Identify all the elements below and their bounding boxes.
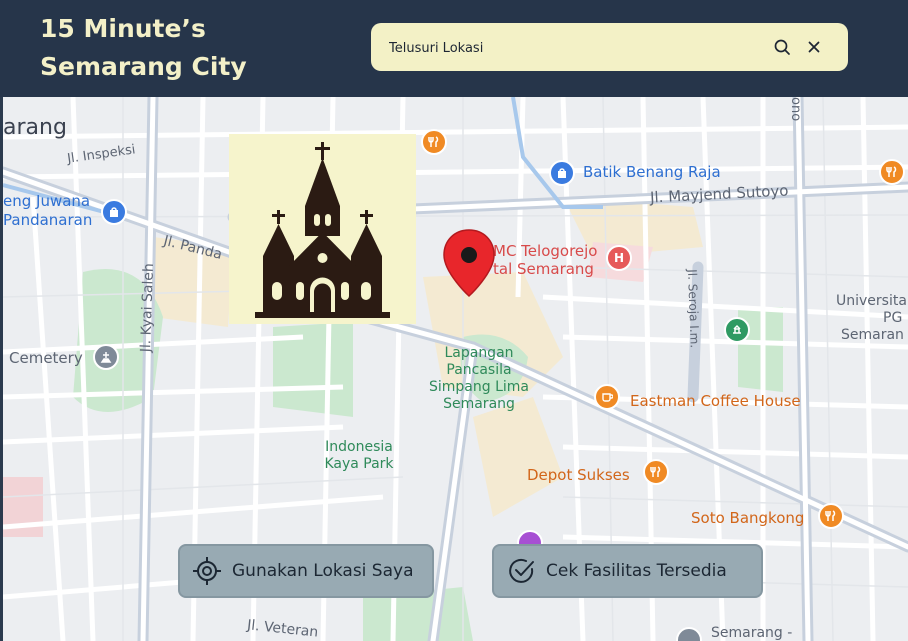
app-title: 15 Minute’s Semarang City <box>40 10 247 86</box>
cafe-pin-icon[interactable] <box>594 384 620 410</box>
map-label-poi: Semarang - <box>711 625 793 641</box>
map-label-poi: Universita <box>836 293 907 309</box>
map-label-park: Indonesia Kaya Park <box>309 439 409 473</box>
park-pin-icon[interactable] <box>724 317 750 343</box>
map-label-road: Jl. Kyai Saleh <box>138 262 158 353</box>
map-label-district: arang <box>3 115 67 140</box>
check-facilities-label: Cek Fasilitas Tersedia <box>546 561 727 581</box>
check-facilities-button[interactable]: Cek Fasilitas Tersedia <box>492 544 763 598</box>
map-label-poi: Soto Bangkong <box>691 509 805 527</box>
cemetery-pin-icon[interactable] <box>93 344 119 370</box>
map-label-park: Lapangan Pancasila Simpang Lima Semarang <box>423 345 535 413</box>
search-input[interactable] <box>387 35 751 61</box>
search-icon[interactable] <box>772 37 792 57</box>
shopping-pin-icon[interactable] <box>549 160 575 186</box>
app-title-line: 15 Minute’s <box>40 14 206 43</box>
restaurant-pin-icon[interactable] <box>818 503 844 529</box>
map-label-poi: eng Juwana <box>3 192 91 210</box>
map-label-poi: Batik Benang Raja <box>583 163 721 181</box>
check-circle-icon <box>509 558 534 583</box>
shopping-pin-icon[interactable] <box>101 199 127 225</box>
map-label-park-line: Pancasila <box>446 362 512 378</box>
map-view[interactable]: arang Jl. Inspeksi eng Juwana Pandanaran… <box>3 97 908 641</box>
map-label-poi: Pandanaran <box>3 211 93 229</box>
selected-place-card[interactable] <box>229 134 416 324</box>
crosshair-icon <box>193 557 221 585</box>
map-label-park-line: Lapangan <box>444 345 514 361</box>
map-label-poi: Cemetery <box>9 349 83 367</box>
map-label-park-line: Simpang Lima <box>429 379 529 395</box>
map-label-poi: MC Telogorejo <box>493 242 598 260</box>
map-label-road: Jl. Seroja I.m. <box>685 269 702 349</box>
app-title-line: Semarang City <box>40 52 247 81</box>
close-icon[interactable] <box>804 37 824 57</box>
map-label-poi: Semaran <box>841 327 904 343</box>
map-pin-icon[interactable] <box>442 228 496 298</box>
use-my-location-label: Gunakan Lokasi Saya <box>232 561 414 581</box>
use-my-location-button[interactable]: Gunakan Lokasi Saya <box>178 544 434 598</box>
restaurant-pin-icon[interactable] <box>643 459 669 485</box>
map-label-poi: Depot Sukses <box>527 466 630 484</box>
map-label-road: ono <box>788 97 803 122</box>
map-label-poi: PG <box>883 310 903 326</box>
map-label-park-line: Semarang <box>443 396 515 412</box>
map-label-poi: tal Semarang <box>493 260 594 278</box>
app-header: 15 Minute’s Semarang City <box>0 0 908 97</box>
restaurant-pin-icon[interactable] <box>879 159 905 185</box>
restaurant-pin-icon[interactable] <box>421 129 447 155</box>
map-label-park-line: Indonesia <box>325 439 393 455</box>
map-label-park-line: Kaya Park <box>324 456 394 472</box>
map-label-poi: Eastman Coffee House <box>630 392 801 410</box>
search-bar[interactable] <box>371 23 848 71</box>
church-icon <box>255 142 390 318</box>
hospital-pin-icon[interactable]: H <box>606 245 632 271</box>
